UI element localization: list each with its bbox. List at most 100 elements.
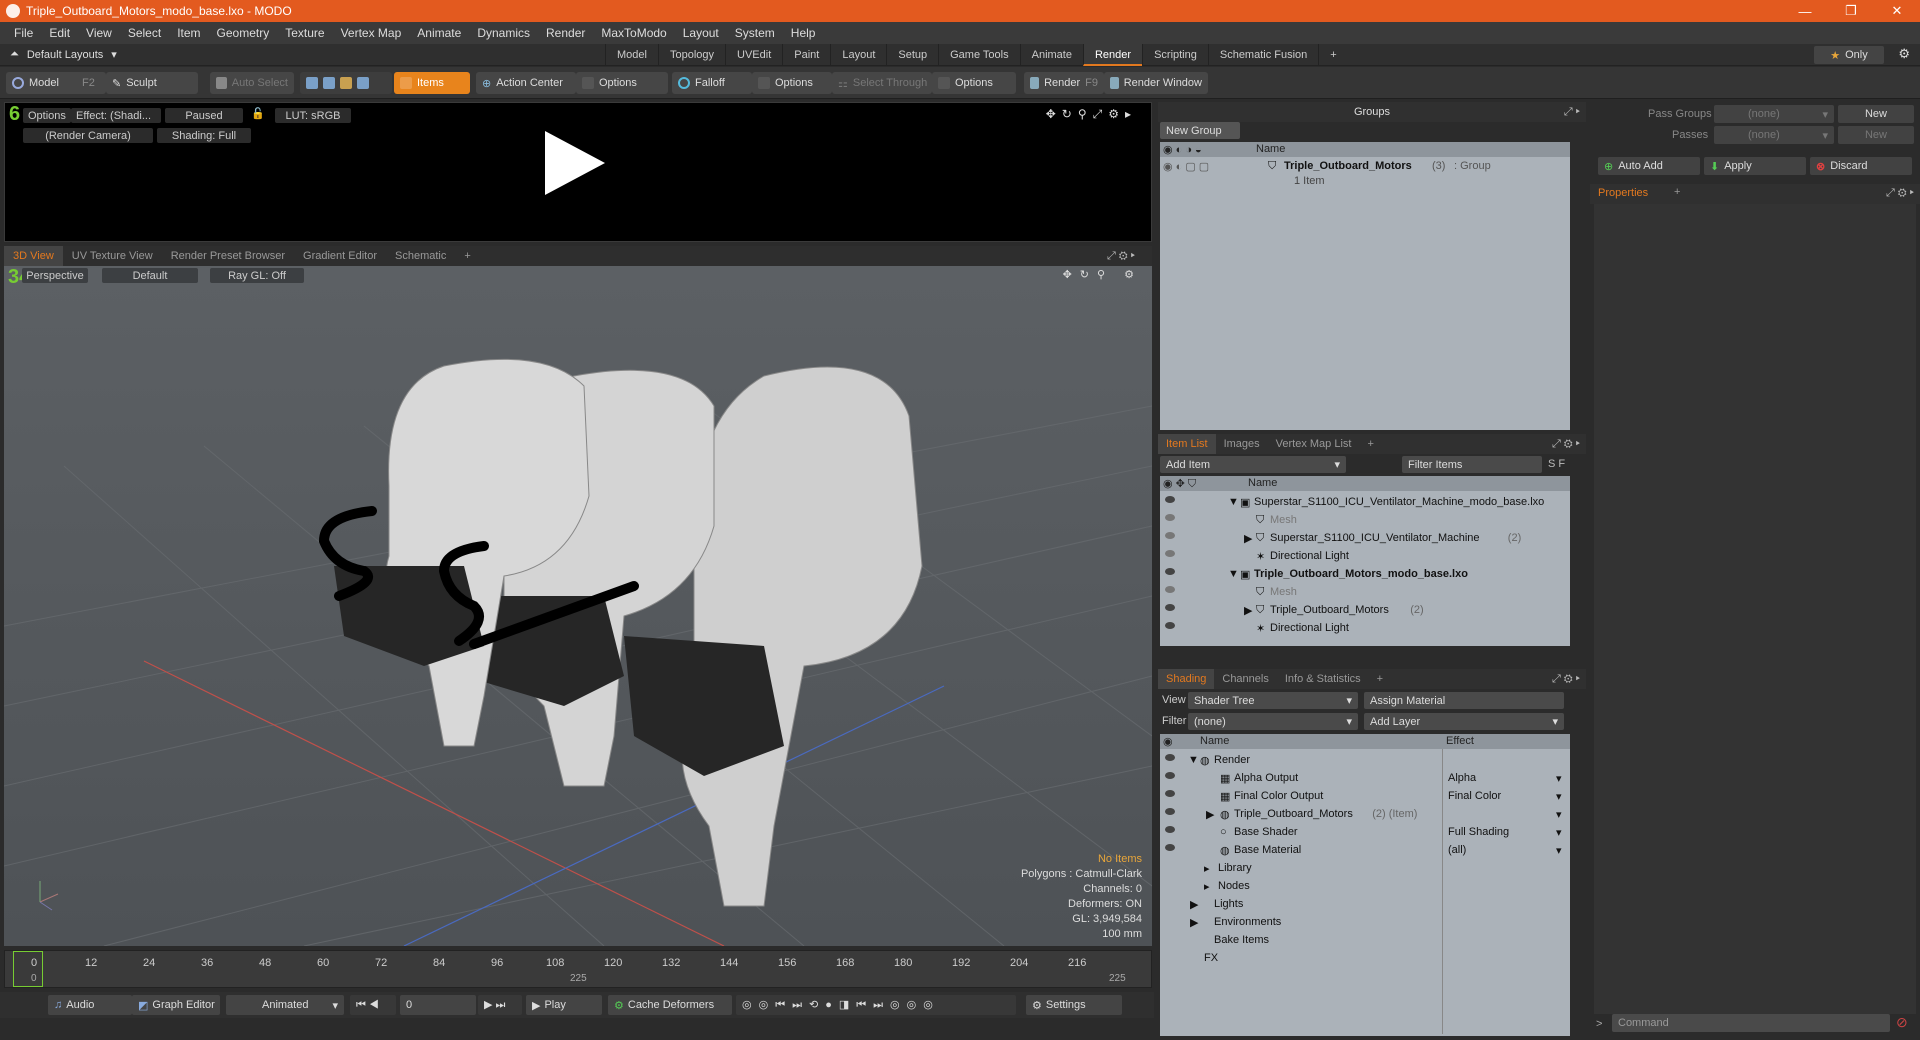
audio-button[interactable]: ♫ Audio [48,995,132,1015]
filter-items-input[interactable]: Filter Items [1402,456,1542,473]
assign-material-button[interactable]: Assign Material [1364,692,1564,709]
visibility-eye-icon[interactable] [1165,604,1175,611]
tab-info-statistics[interactable]: Info & Statistics [1277,669,1369,689]
command-stop-icon[interactable]: ⊘ [1896,1014,1908,1031]
tab-schematic-fusion[interactable]: Schematic Fusion [1207,44,1318,66]
pass-groups-dropdown[interactable]: (none) ▾ [1714,105,1834,123]
tab-animate[interactable]: Animate [1019,44,1083,66]
shader-tree-row[interactable]: Bake Items [1160,932,1570,950]
auto-select-button[interactable]: Auto Select [210,72,294,94]
properties-panel-icons[interactable]: ⤢ ⚙ ▸ [1886,187,1914,200]
collapse-arrow-icon[interactable]: ▶ [1244,532,1252,545]
tab-channels[interactable]: Channels [1214,669,1276,689]
groups-list[interactable]: ◉ ◐ ◑ ◒ Name ◉ ◐ ▢ ▢ ⛉ Triple_Outboard_M… [1160,142,1570,430]
model-button[interactable]: Model F2 [6,72,106,94]
chevron-down-icon[interactable]: ▾ [1556,808,1562,821]
visibility-eye-icon[interactable] [1165,772,1175,779]
new-group-button[interactable]: New Group [1160,122,1240,139]
perspective-dropdown[interactable]: Perspective [22,268,88,283]
chevron-down-icon[interactable]: ▾ [1556,790,1562,803]
menu-dynamics[interactable]: Dynamics [469,26,538,40]
shader-tree[interactable]: ◉ Name Effect ▼ ◍ Render ▦ Alpha Output Alpha… [1160,734,1570,1036]
lut-dropdown[interactable]: LUT: sRGB [275,108,351,123]
effect-dropdown[interactable]: Alpha [1448,772,1476,784]
shader-tree-dropdown[interactable]: Shader Tree ▾ [1188,692,1358,709]
select-through-options-button[interactable]: Options [932,72,1016,94]
shading-filter-dropdown[interactable]: (none) ▾ [1188,713,1358,730]
menu-system[interactable]: System [727,26,783,40]
edges-icon[interactable] [323,77,335,89]
expand-arrow-icon[interactable]: ▶ [1206,808,1214,821]
viewport-nav-icons[interactable]: ✥↻⚲ ⚙ [1063,268,1142,281]
visibility-eye-icon[interactable] [1165,550,1175,557]
item-list-row[interactable]: ✶ Directional Light [1160,620,1570,638]
command-input[interactable]: Command [1612,1014,1890,1032]
expand-arrow-icon[interactable]: ▼ [1228,568,1239,580]
preview-view-icons[interactable]: ✥↻⚲⤢⚙▸ [1046,107,1137,122]
vertices-icon[interactable] [306,77,318,89]
effect-dropdown[interactable]: Full Shading [1448,826,1509,838]
menu-item[interactable]: Item [169,26,208,40]
menu-help[interactable]: Help [783,26,824,40]
tab-paint[interactable]: Paint [782,44,830,66]
add-layer-dropdown[interactable]: Add Layer ▾ [1364,713,1564,730]
expand-arrow-icon[interactable]: ▶ [1190,898,1198,911]
materials-icon[interactable] [357,77,369,89]
new-pass-button[interactable]: New [1838,126,1914,144]
menu-render[interactable]: Render [538,26,593,40]
falloff-options-button[interactable]: Options [752,72,832,94]
menu-select[interactable]: Select [120,26,169,40]
shader-tree-row[interactable]: ▦ Final Color Output Final Color ▾ [1160,788,1570,806]
item-list-row[interactable]: ▶ ⛉ Superstar_S1100_ICU_Ventilator_Machine… [1160,530,1570,548]
visibility-eye-icon[interactable] [1165,622,1175,629]
tab-setup[interactable]: Setup [886,44,938,66]
shader-tree-row[interactable]: ○ Base Shader Full Shading ▾ [1160,824,1570,842]
key-tool-icons[interactable]: ◎◎⏮⏭⟲●◨⏮⏭◎◎◎ [736,995,1016,1015]
3d-viewport[interactable]: 34 Perspective Default Ray GL: Off ✥↻⚲ ⚙… [4,266,1152,946]
select-through-button[interactable]: ⚏ Select Through [832,72,932,94]
item-list-row[interactable]: ▶ ⛉ Triple_Outboard_Motors (2) [1160,602,1570,620]
discard-button[interactable]: ⊗ Discard [1810,157,1912,175]
chevron-down-icon[interactable]: ▾ [1556,844,1562,857]
chevron-down-icon[interactable]: ▾ [1556,826,1562,839]
play-icon[interactable] [545,131,605,195]
passes-dropdown[interactable]: (none) ▾ [1714,126,1834,144]
apply-button[interactable]: ⬇ Apply [1704,157,1806,175]
group-row[interactable]: ◉ ◐ ▢ ▢ ⛉ Triple_Outboard_Motors (3) : G… [1160,158,1570,190]
add-tab-button[interactable]: + [1359,434,1381,454]
expand-arrow-icon[interactable]: ▶ [1190,916,1198,929]
only-button[interactable]: ★ Only [1814,46,1884,64]
shading-panel-icons[interactable]: ⤢ ⚙ ▸ [1552,673,1580,686]
groups-panel-icons[interactable]: ⤢ ▸ [1564,106,1580,119]
add-view-tab-button[interactable]: + [455,246,479,266]
action-center-options-button[interactable]: Options [576,72,668,94]
filter-options-icons[interactable]: S F [1548,458,1565,470]
tab-item-list[interactable]: Item List [1158,434,1216,454]
menu-animate[interactable]: Animate [409,26,469,40]
menu-file[interactable]: File [6,26,41,40]
preview-paused-button[interactable]: Paused [165,108,243,123]
shader-tree-row[interactable]: ▦ Alpha Output Alpha ▾ [1160,770,1570,788]
visibility-eye-icon[interactable] [1165,568,1175,575]
tab-scripting[interactable]: Scripting [1142,44,1208,66]
visibility-eye-icon[interactable] [1165,826,1175,833]
expand-arrow-icon[interactable]: ▼ [1188,754,1199,766]
render-window-button[interactable]: Render Window [1104,72,1208,94]
render-camera-dropdown[interactable]: (Render Camera) [23,128,153,143]
transport-forward-buttons[interactable]: ▶ ⏭ [478,995,522,1015]
tab-3d-view[interactable]: 3D View [4,246,63,266]
preview-options-button[interactable]: Options [23,108,71,123]
minimize-button[interactable]: — [1782,0,1828,22]
expand-arrow-icon[interactable]: ▼ [1228,496,1239,508]
viewport-panel-icons[interactable]: ⤢ ⚙ ▸ [1098,246,1144,266]
menu-view[interactable]: View [78,26,120,40]
shader-tree-row[interactable]: ▸ Nodes [1160,878,1570,896]
tab-game-tools[interactable]: Game Tools [938,44,1020,66]
timeline[interactable]: 0 12 24 36 48 60 72 84 96 108 120 132 14… [4,950,1152,988]
shader-tree-row[interactable]: FX [1160,950,1570,968]
shader-tree-row[interactable]: ▼ ◍ Render [1160,752,1570,770]
shader-tree-row[interactable]: ▶ Lights [1160,896,1570,914]
shader-tree-row[interactable]: ◍ Base Material (all) ▾ [1160,842,1570,860]
shading-dropdown[interactable]: Shading: Full [157,128,251,143]
tab-schematic[interactable]: Schematic [386,246,455,266]
